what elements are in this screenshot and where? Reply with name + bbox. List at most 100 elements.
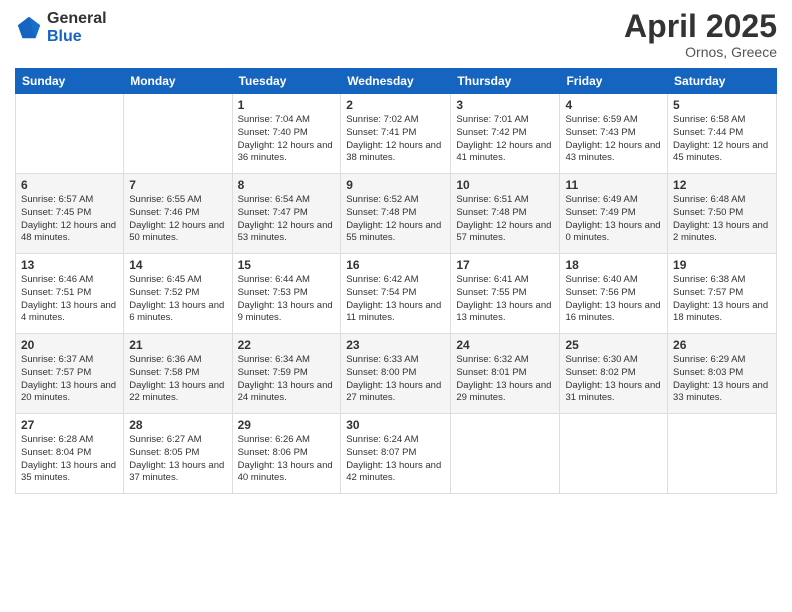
day-info: Sunrise: 7:02 AM Sunset: 7:41 PM Dayligh… — [346, 114, 445, 165]
day-number: 3 — [456, 98, 554, 112]
day-number: 24 — [456, 338, 554, 352]
day-info: Sunrise: 6:24 AM Sunset: 8:07 PM Dayligh… — [346, 434, 445, 485]
day-number: 20 — [21, 338, 118, 352]
day-number: 23 — [346, 338, 445, 352]
calendar-cell: 25Sunrise: 6:30 AM Sunset: 8:02 PM Dayli… — [560, 334, 668, 414]
day-number: 14 — [129, 258, 226, 272]
calendar-cell: 10 Sunrise: 6:51 AM Sunset: 7:48 PM Dayli… — [451, 174, 560, 254]
day-number: 8 — [238, 178, 336, 192]
month-title: April 2025 — [624, 10, 777, 42]
day-info: Sunrise: 6:33 AM Sunset: 8:00 PM Dayligh… — [346, 354, 445, 405]
header: General Blue April 2025 Ornos, Greece — [15, 10, 777, 60]
day-number: 6 — [21, 178, 118, 192]
calendar-cell — [16, 94, 124, 174]
day-info: Sunrise: 6:46 AM Sunset: 7:51 PM Dayligh… — [21, 274, 118, 325]
calendar-cell: 8 Sunrise: 6:54 AM Sunset: 7:47 PM Daylig… — [232, 174, 341, 254]
calendar-cell — [668, 414, 777, 494]
calendar-cell: 17 Sunrise: 6:41 AM Sunset: 7:55 PM Dayli… — [451, 254, 560, 334]
day-number: 9 — [346, 178, 445, 192]
week-row-3: 20 Sunrise: 6:37 AM Sunset: 7:57 PM Dayli… — [16, 334, 777, 414]
calendar-cell: 16Sunrise: 6:42 AM Sunset: 7:54 PM Dayli… — [341, 254, 451, 334]
day-info: Sunrise: 6:49 AM Sunset: 7:49 PM Dayligh… — [565, 194, 662, 245]
header-day-thursday: Thursday — [451, 69, 560, 94]
day-info: Sunrise: 6:34 AM Sunset: 7:59 PM Dayligh… — [238, 354, 336, 405]
calendar-cell: 12 Sunrise: 6:48 AM Sunset: 7:50 PM Dayli… — [668, 174, 777, 254]
day-number: 21 — [129, 338, 226, 352]
calendar-cell: 7 Sunrise: 6:55 AM Sunset: 7:46 PM Daylig… — [124, 174, 232, 254]
day-info: Sunrise: 6:54 AM Sunset: 7:47 PM Dayligh… — [238, 194, 336, 245]
day-info: Sunrise: 6:58 AM Sunset: 7:44 PM Dayligh… — [673, 114, 771, 165]
day-number: 16 — [346, 258, 445, 272]
calendar-cell: 18 Sunrise: 6:40 AM Sunset: 7:56 PM Dayli… — [560, 254, 668, 334]
calendar-cell: 22Sunrise: 6:34 AM Sunset: 7:59 PM Dayli… — [232, 334, 341, 414]
day-number: 29 — [238, 418, 336, 432]
day-info: Sunrise: 7:04 AM Sunset: 7:40 PM Dayligh… — [238, 114, 336, 165]
day-number: 15 — [238, 258, 336, 272]
header-day-friday: Friday — [560, 69, 668, 94]
calendar-cell: 27 Sunrise: 6:28 AM Sunset: 8:04 PM Dayli… — [16, 414, 124, 494]
day-info: Sunrise: 6:52 AM Sunset: 7:48 PM Dayligh… — [346, 194, 445, 245]
day-number: 28 — [129, 418, 226, 432]
calendar-cell: 2 Sunrise: 7:02 AM Sunset: 7:41 PM Daylig… — [341, 94, 451, 174]
calendar-cell: 14Sunrise: 6:45 AM Sunset: 7:52 PM Dayli… — [124, 254, 232, 334]
day-info: Sunrise: 6:40 AM Sunset: 7:56 PM Dayligh… — [565, 274, 662, 325]
day-number: 12 — [673, 178, 771, 192]
day-info: Sunrise: 6:48 AM Sunset: 7:50 PM Dayligh… — [673, 194, 771, 245]
day-number: 30 — [346, 418, 445, 432]
day-info: Sunrise: 6:51 AM Sunset: 7:48 PM Dayligh… — [456, 194, 554, 245]
title-area: April 2025 Ornos, Greece — [624, 10, 777, 60]
calendar-cell: 23 Sunrise: 6:33 AM Sunset: 8:00 PM Dayli… — [341, 334, 451, 414]
header-day-sunday: Sunday — [16, 69, 124, 94]
calendar-cell: 3 Sunrise: 7:01 AM Sunset: 7:42 PM Daylig… — [451, 94, 560, 174]
day-number: 2 — [346, 98, 445, 112]
logo: General Blue — [15, 10, 107, 45]
day-number: 1 — [238, 98, 336, 112]
header-day-saturday: Saturday — [668, 69, 777, 94]
day-info: Sunrise: 6:29 AM Sunset: 8:03 PM Dayligh… — [673, 354, 771, 405]
day-info: Sunrise: 6:59 AM Sunset: 7:43 PM Dayligh… — [565, 114, 662, 165]
calendar-cell: 29 Sunrise: 6:26 AM Sunset: 8:06 PM Dayli… — [232, 414, 341, 494]
day-info: Sunrise: 6:57 AM Sunset: 7:45 PM Dayligh… — [21, 194, 118, 245]
day-info: Sunrise: 6:38 AM Sunset: 7:57 PM Dayligh… — [673, 274, 771, 325]
day-info: Sunrise: 6:41 AM Sunset: 7:55 PM Dayligh… — [456, 274, 554, 325]
day-number: 26 — [673, 338, 771, 352]
day-number: 11 — [565, 178, 662, 192]
day-number: 25 — [565, 338, 662, 352]
logo-icon — [15, 14, 43, 42]
calendar-cell: 21 Sunrise: 6:36 AM Sunset: 7:58 PM Dayli… — [124, 334, 232, 414]
calendar-cell: 30 Sunrise: 6:24 AM Sunset: 8:07 PM Dayli… — [341, 414, 451, 494]
day-info: Sunrise: 6:55 AM Sunset: 7:46 PM Dayligh… — [129, 194, 226, 245]
calendar-cell: 5Sunrise: 6:58 AM Sunset: 7:44 PM Daylig… — [668, 94, 777, 174]
day-info: Sunrise: 6:44 AM Sunset: 7:53 PM Dayligh… — [238, 274, 336, 325]
header-day-wednesday: Wednesday — [341, 69, 451, 94]
calendar-cell — [124, 94, 232, 174]
day-info: Sunrise: 6:37 AM Sunset: 7:57 PM Dayligh… — [21, 354, 118, 405]
calendar-cell: 24Sunrise: 6:32 AM Sunset: 8:01 PM Dayli… — [451, 334, 560, 414]
day-info: Sunrise: 7:01 AM Sunset: 7:42 PM Dayligh… — [456, 114, 554, 165]
day-info: Sunrise: 6:36 AM Sunset: 7:58 PM Dayligh… — [129, 354, 226, 405]
day-number: 18 — [565, 258, 662, 272]
day-number: 10 — [456, 178, 554, 192]
day-info: Sunrise: 6:28 AM Sunset: 8:04 PM Dayligh… — [21, 434, 118, 485]
calendar-cell: 28Sunrise: 6:27 AM Sunset: 8:05 PM Dayli… — [124, 414, 232, 494]
calendar-cell: 11 Sunrise: 6:49 AM Sunset: 7:49 PM Dayli… — [560, 174, 668, 254]
header-day-tuesday: Tuesday — [232, 69, 341, 94]
calendar-cell: 1 Sunrise: 7:04 AM Sunset: 7:40 PM Daylig… — [232, 94, 341, 174]
week-row-0: 1 Sunrise: 7:04 AM Sunset: 7:40 PM Daylig… — [16, 94, 777, 174]
day-number: 17 — [456, 258, 554, 272]
day-info: Sunrise: 6:26 AM Sunset: 8:06 PM Dayligh… — [238, 434, 336, 485]
header-day-monday: Monday — [124, 69, 232, 94]
calendar-cell — [560, 414, 668, 494]
week-row-4: 27 Sunrise: 6:28 AM Sunset: 8:04 PM Dayli… — [16, 414, 777, 494]
location: Ornos, Greece — [624, 44, 777, 60]
calendar-cell: 4Sunrise: 6:59 AM Sunset: 7:43 PM Daylig… — [560, 94, 668, 174]
logo-text: General Blue — [47, 10, 107, 45]
calendar-cell: 13Sunrise: 6:46 AM Sunset: 7:51 PM Dayli… — [16, 254, 124, 334]
calendar-table: SundayMondayTuesdayWednesdayThursdayFrid… — [15, 68, 777, 494]
calendar-cell: 19Sunrise: 6:38 AM Sunset: 7:57 PM Dayli… — [668, 254, 777, 334]
day-number: 27 — [21, 418, 118, 432]
day-number: 7 — [129, 178, 226, 192]
week-row-2: 13Sunrise: 6:46 AM Sunset: 7:51 PM Dayli… — [16, 254, 777, 334]
calendar-cell: 26 Sunrise: 6:29 AM Sunset: 8:03 PM Dayli… — [668, 334, 777, 414]
week-row-1: 6 Sunrise: 6:57 AM Sunset: 7:45 PM Daylig… — [16, 174, 777, 254]
